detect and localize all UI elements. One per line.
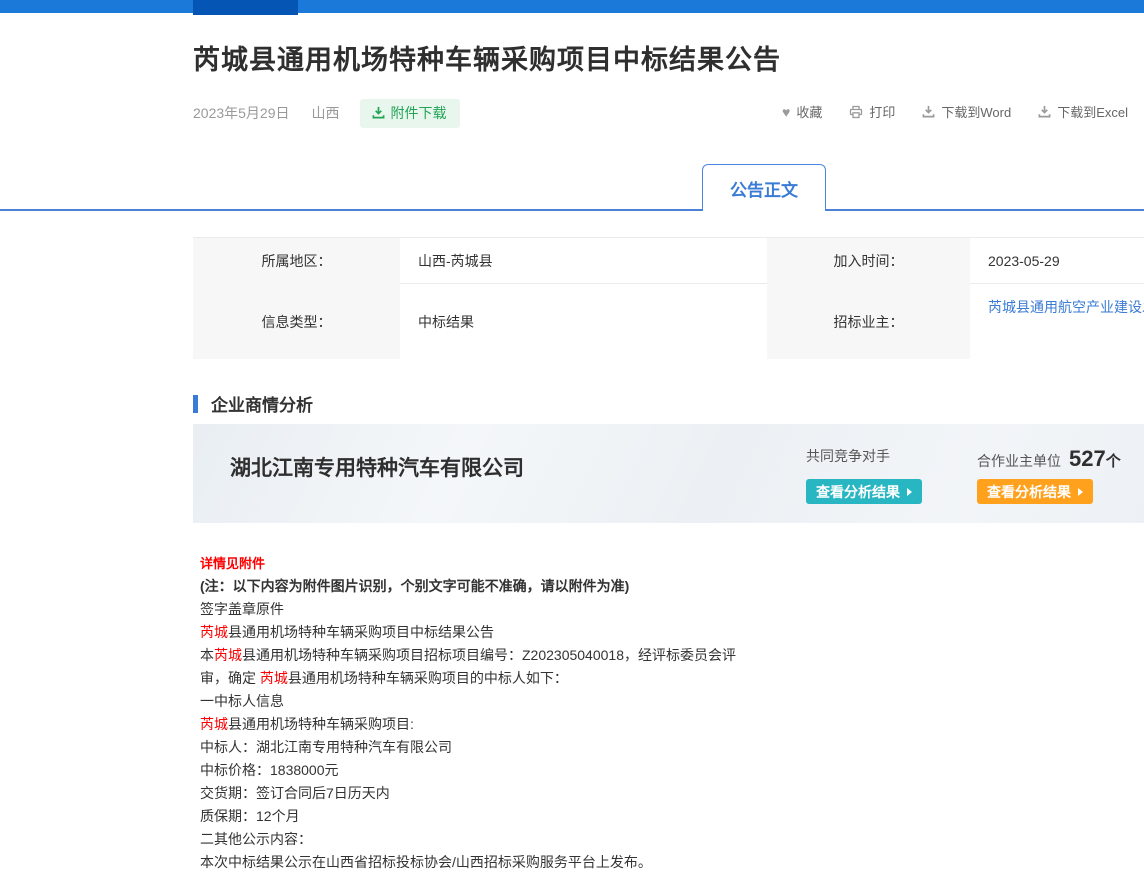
download-icon (922, 105, 935, 118)
analysis-section-title: 企业商情分析 (211, 391, 313, 416)
top-nav-active-segment[interactable] (193, 0, 298, 15)
content-line: 签字盖章原件 (200, 598, 1100, 621)
content-line: (注：以下内容为附件图片识别，个别文字可能不准确，请以附件为准) (200, 575, 1100, 598)
body-text: 详情见附件 (注：以下内容为附件图片识别，个别文字可能不准确，请以附件为准) 签字盖… (200, 552, 1100, 874)
info-table: 所属地区： 山西-芮城县 加入时间： 2023-05-29 信息类型： 中标结果… (193, 237, 1144, 359)
download-excel-label: 下载到Excel (1057, 102, 1128, 121)
download-excel-button[interactable]: 下载到Excel (1038, 102, 1128, 121)
view-competitors-button[interactable]: 查看分析结果 (806, 479, 922, 504)
tender-owner-link[interactable]: 芮城县通用航空产业建设发 (988, 297, 1144, 317)
content-segment: 详情见附件 (200, 556, 265, 571)
analysis-section-header: 企业商情分析 (193, 391, 313, 416)
content-segment: 质保期：12个月 (200, 808, 300, 824)
info-type-label-cell: 信息类型： (193, 284, 400, 359)
content-line: 详情见附件 (200, 552, 1100, 575)
highlighted-keyword: 芮城 (260, 670, 288, 686)
heart-icon: ♥ (782, 105, 790, 119)
content-segment: 县通用机场特种车辆采购项目: (228, 716, 414, 732)
content-segment: 本 (200, 647, 214, 663)
attachment-download-label: 附件下载 (391, 103, 447, 123)
page: 芮城县通用机场特种车辆采购项目中标结果公告 2023年5月29日 山西 附件下载… (0, 0, 1144, 878)
caret-right-icon (1078, 488, 1083, 496)
info-type-value-cell: 中标结果 (400, 284, 767, 359)
join-time-label-cell: 加入时间： (767, 238, 970, 284)
top-nav-bar (0, 0, 1144, 13)
publish-date: 2023年5月29日 (193, 103, 290, 123)
content-segment: 县通用机场特种车辆采购项目中标结果公告 (228, 624, 494, 640)
download-icon (372, 106, 385, 119)
content-segment: 一中标人信息 (200, 693, 284, 709)
content-line: 一中标人信息 (200, 690, 1100, 713)
tab-label: 公告正文 (730, 176, 798, 201)
attachment-download-button[interactable]: 附件下载 (360, 99, 460, 128)
favorite-button[interactable]: ♥ 收藏 (782, 102, 822, 121)
content-segment: 中标人：湖北江南专用特种汽车有限公司 (200, 739, 452, 755)
content-line: 审，确定 芮城县通用机场特种车辆采购项目的中标人如下： (200, 667, 1100, 690)
actions-row: ♥ 收藏 打印 下载到Word 下 (782, 102, 1128, 121)
content-segment: 二其他公示内容： (200, 831, 312, 847)
content-line: 交货期：签订合同后7日历天内 (200, 782, 1100, 805)
content-segment: 县通用机场特种车辆采购项目的中标人如下： (288, 670, 568, 686)
tender-owner-label-cell: 招标业主： (767, 284, 970, 359)
highlighted-keyword: 芮城 (200, 716, 228, 732)
partners-group: 合作业主单位 527个 查看分析结果 (977, 446, 1121, 504)
download-word-label: 下载到Word (941, 102, 1011, 121)
content-segment: 签字盖章原件 (200, 601, 284, 617)
partners-count: 527 (1069, 446, 1106, 471)
highlighted-keyword: 芮城 (214, 647, 242, 663)
content-line: 本芮城县通用机场特种车辆采购项目招标项目编号：Z202305040018，经评标… (200, 644, 1100, 667)
partners-label: 合作业主单位 (977, 451, 1061, 471)
content-segment: 审，确定 (200, 670, 260, 686)
content-segment: (注：以下内容为附件图片识别，个别文字可能不准确，请以附件为准) (200, 578, 629, 594)
print-label: 打印 (869, 102, 895, 121)
highlighted-keyword: 芮城 (200, 624, 228, 640)
company-name: 湖北江南专用特种汽车有限公司 (230, 452, 524, 482)
content-line: 芮城县通用机场特种车辆采购项目中标结果公告 (200, 621, 1100, 644)
region-value-cell: 山西-芮城县 (400, 238, 767, 284)
tab-announcement-body[interactable]: 公告正文 (702, 164, 826, 211)
content-line: 二其他公示内容： (200, 828, 1100, 851)
caret-right-icon (907, 488, 912, 496)
download-word-button[interactable]: 下载到Word (922, 102, 1011, 121)
tender-owner-value-cell: 芮城县通用航空产业建设发 (970, 284, 1144, 359)
content-line: 本次中标结果公示在山西省招标投标协会/山西招标采购服务平台上发布。 (200, 851, 1100, 874)
content-line: 芮城县通用机场特种车辆采购项目: (200, 713, 1100, 736)
join-time-value-cell: 2023-05-29 (970, 238, 1144, 284)
content-segment: 中标价格：1838000元 (200, 762, 339, 778)
partners-unit: 个 (1106, 453, 1121, 470)
content-segment: 县通用机场特种车辆采购项目招标项目编号：Z202305040018，经评标委员会… (242, 647, 736, 663)
competitors-label: 共同竞争对手 (806, 446, 890, 466)
printer-icon (849, 105, 863, 119)
print-button[interactable]: 打印 (849, 102, 895, 121)
section-accent-bar (193, 395, 198, 413)
content-line: 中标人：湖北江南专用特种汽车有限公司 (200, 736, 1100, 759)
favorite-label: 收藏 (796, 102, 822, 121)
tab-underline (0, 209, 1144, 211)
page-title: 芮城县通用机场特种车辆采购项目中标结果公告 (193, 38, 781, 77)
content-line: 中标价格：1838000元 (200, 759, 1100, 782)
view-competitors-label: 查看分析结果 (816, 482, 900, 502)
meta-row: 2023年5月29日 山西 附件下载 (193, 100, 460, 126)
download-icon (1038, 105, 1051, 118)
view-partners-label: 查看分析结果 (987, 482, 1071, 502)
company-analysis-card: 湖北江南专用特种汽车有限公司 共同竞争对手 查看分析结果 合作业主单位 527个… (193, 424, 1144, 523)
view-partners-button[interactable]: 查看分析结果 (977, 479, 1093, 504)
content-segment: 本次中标结果公示在山西省招标投标协会/山西招标采购服务平台上发布。 (200, 854, 652, 870)
content-segment: 交货期：签订合同后7日历天内 (200, 785, 390, 801)
competitors-group: 共同竞争对手 查看分析结果 (806, 446, 922, 504)
region-label-cell: 所属地区： (193, 238, 400, 284)
province-label: 山西 (312, 103, 340, 123)
content-line: 质保期：12个月 (200, 805, 1100, 828)
